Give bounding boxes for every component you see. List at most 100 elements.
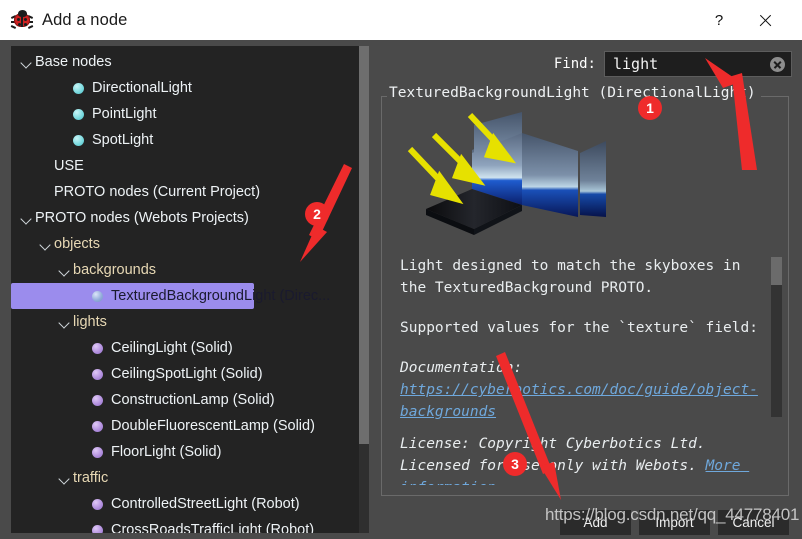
documentation-line: Documentation: https://cyberbotics.com/d… <box>400 357 764 423</box>
chevron-down-icon[interactable] <box>19 55 33 69</box>
node-type-dot-icon <box>73 134 84 146</box>
node-description: Light designed to match the skyboxes in … <box>400 255 764 485</box>
window-title: Add a node <box>42 10 128 29</box>
license-text: License: Copyright Cyberbotics Ltd. Lice… <box>400 436 715 474</box>
tree-item[interactable]: CeilingLight (Solid) <box>11 335 359 361</box>
preview-svg <box>407 112 606 235</box>
find-box[interactable] <box>604 51 792 77</box>
node-tree-panel: Base nodes DirectionalLight PointLight Spot… <box>11 46 369 533</box>
node-type-dot-icon <box>73 82 84 94</box>
tree-item-label: ControlledStreetLight (Robot) <box>111 496 300 512</box>
tree-item[interactable]: CrossRoadsTrafficLight (Robot) <box>11 517 359 533</box>
tree-item-label: USE <box>54 158 84 174</box>
node-type-dot-icon <box>73 108 84 120</box>
description-paragraph-2: Supported values for the `texture` field… <box>400 320 758 336</box>
description-scrollbar[interactable] <box>771 257 782 417</box>
question-mark-icon: ? <box>714 11 724 29</box>
tree-item-label: CrossRoadsTrafficLight (Robot) <box>111 522 315 533</box>
tree-item[interactable]: ControlledStreetLight (Robot) <box>11 491 359 517</box>
search-input[interactable] <box>605 55 755 73</box>
add-node-dialog: Add a node ? Base nodes DirectionalLight P… <box>0 0 802 539</box>
watermark: https://blog.csdn.net/qq_44778401 <box>545 505 800 524</box>
tree-item-label: backgrounds <box>73 262 157 278</box>
tree-item-label: objects <box>54 236 100 252</box>
tree-item-label: Base nodes <box>35 54 112 70</box>
tree-item[interactable]: PointLight <box>11 101 359 127</box>
tree-item-label: traffic <box>73 470 109 486</box>
tree-item[interactable]: traffic <box>11 465 359 491</box>
node-type-dot-icon <box>92 498 103 510</box>
tree-scrollbar-thumb[interactable] <box>359 46 369 444</box>
tree-item[interactable]: DoubleFluorescentLamp (Solid) <box>11 413 359 439</box>
tree-item[interactable]: USE <box>11 153 359 179</box>
node-type-dot-icon <box>92 420 103 432</box>
chevron-down-icon[interactable] <box>57 263 71 277</box>
close-icon <box>758 13 773 28</box>
annotation-badge-1: 1 <box>638 96 662 120</box>
node-type-dot-icon <box>92 524 103 533</box>
webots-bug-icon <box>10 10 34 30</box>
tree-item[interactable]: lights <box>11 309 359 335</box>
node-type-dot-icon <box>92 342 103 354</box>
documentation-link[interactable]: https://cyberbotics.com/doc/guide/object… <box>400 382 758 420</box>
tree-item-label: DoubleFluorescentLamp (Solid) <box>111 418 315 434</box>
window-controls: ? <box>696 0 802 40</box>
tree-item[interactable]: CeilingSpotLight (Solid) <box>11 361 359 387</box>
chevron-down-icon[interactable] <box>19 211 33 225</box>
description-scrollbar-thumb[interactable] <box>771 257 782 285</box>
tree-item[interactable]: objects <box>11 231 359 257</box>
find-row: Find: <box>378 51 792 77</box>
license-line: License: Copyright Cyberbotics Ltd. Lice… <box>400 433 764 485</box>
tree-item-label: FloorLight (Solid) <box>111 444 222 460</box>
tree-item-label: PROTO nodes (Webots Projects) <box>35 210 249 226</box>
tree-item-label: CeilingLight (Solid) <box>111 340 233 356</box>
chevron-down-icon[interactable] <box>57 315 71 329</box>
node-type-dot-icon <box>92 394 103 406</box>
node-info-groupbox: TexturedBackgroundLight (DirectionalLigh… <box>381 85 789 496</box>
tree-item[interactable]: DirectionalLight <box>11 75 359 101</box>
tree-item-label: PointLight <box>92 106 157 122</box>
details-panel: Find: TexturedBackgroundLight (Direction… <box>378 46 792 535</box>
tree-item[interactable]: PROTO nodes (Current Project) <box>11 179 359 205</box>
tree-item[interactable]: backgrounds <box>11 257 359 283</box>
tree-item-label: DirectionalLight <box>92 80 192 96</box>
tree-item[interactable]: SpotLight <box>11 127 359 153</box>
clear-icon[interactable] <box>770 57 785 72</box>
tree-item-label: ConstructionLamp (Solid) <box>111 392 275 408</box>
annotation-badge-2: 2 <box>305 202 329 226</box>
node-tree[interactable]: Base nodes DirectionalLight PointLight Spot… <box>11 46 359 533</box>
node-type-dot-icon <box>92 290 103 302</box>
skybox-preview-image <box>382 105 788 245</box>
documentation-label: Documentation: <box>400 360 531 376</box>
chevron-down-icon[interactable] <box>38 237 52 251</box>
tree-item-selected[interactable]: TexturedBackgroundLight (Direc... <box>11 283 330 309</box>
dialog-body: Base nodes DirectionalLight PointLight Spot… <box>0 40 802 539</box>
annotation-badge-3: 3 <box>503 452 527 476</box>
help-button[interactable]: ? <box>696 0 742 40</box>
node-info-title: TexturedBackgroundLight (DirectionalLigh… <box>387 85 761 101</box>
close-button[interactable] <box>742 0 788 40</box>
tree-item-label: PROTO nodes (Current Project) <box>54 184 261 200</box>
find-label: Find: <box>553 56 596 72</box>
tree-item[interactable]: Base nodes <box>11 49 359 75</box>
tree-item[interactable]: ConstructionLamp (Solid) <box>11 387 359 413</box>
tree-item[interactable]: FloorLight (Solid) <box>11 439 359 465</box>
tree-scrollbar[interactable] <box>359 46 369 533</box>
tree-item-label: lights <box>73 314 107 330</box>
tree-item-label: SpotLight <box>92 132 154 148</box>
node-type-dot-icon <box>92 368 103 380</box>
description-paragraph-1: Light designed to match the skyboxes in … <box>400 258 750 296</box>
title-bar: Add a node ? <box>0 0 802 40</box>
chevron-down-icon[interactable] <box>57 471 71 485</box>
